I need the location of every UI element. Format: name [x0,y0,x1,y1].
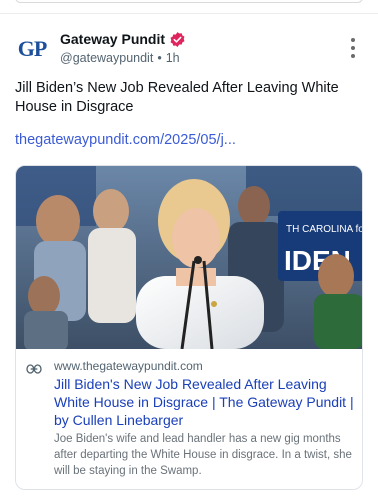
post-divider [0,13,378,14]
post-time[interactable]: 1h [166,51,180,65]
post-text: Jill Biden’s New Job Revealed After Leav… [15,80,339,115]
post-link[interactable]: thegatewaypundit.com/2025/05/j... [15,132,236,148]
card-image[interactable]: TH CAROLINA for IDEN [16,166,363,349]
previous-post-frame [15,0,363,3]
link-icon [26,364,42,374]
verified-badge-icon [170,31,185,47]
card-title[interactable]: Jill Biden's New Job Revealed After Leav… [54,375,354,429]
meta-separator: • [157,51,162,65]
author-name[interactable]: Gateway Pundit [60,31,165,47]
card-domain: www.thegatewaypundit.com [54,359,203,373]
avatar[interactable]: GP [14,31,50,67]
post-header: Gateway Pundit @gatewaypundit • 1h [60,30,186,65]
card-description: Joe Biden's wife and lead handler has a … [54,433,352,477]
sign-text-top: TH CAROLINA for [286,224,363,235]
link-preview-card[interactable]: TH CAROLINA for IDEN www.thegatewaypundi… [15,165,363,490]
author-handle[interactable]: @gatewaypundit [60,51,153,65]
card-body[interactable]: www.thegatewaypundit.com Jill Biden's Ne… [16,349,362,489]
more-options-icon[interactable] [346,38,360,58]
